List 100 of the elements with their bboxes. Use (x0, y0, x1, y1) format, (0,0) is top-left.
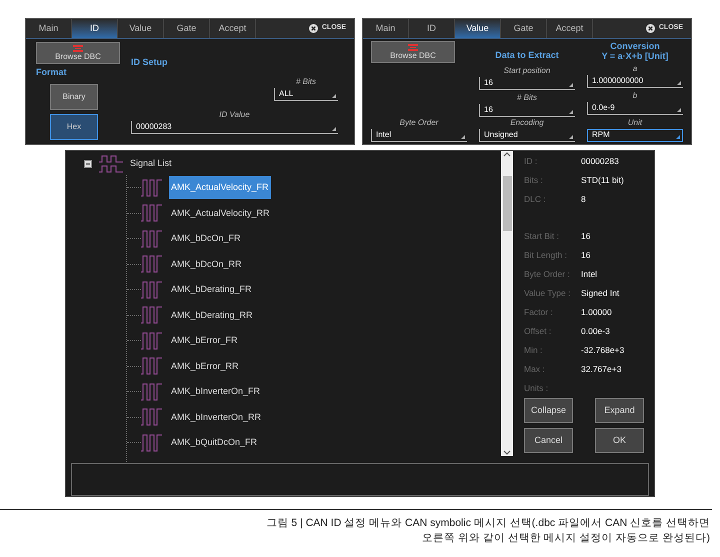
field-label: Encoding (509, 116, 545, 128)
detail-label: Byte Order : (524, 268, 571, 281)
format-button[interactable]: Binary (50, 84, 98, 110)
signal-item[interactable]: AMK_bQuitDcOn_FR (169, 431, 260, 454)
detail-label: Bits : (524, 174, 544, 187)
signal-group-icon (98, 154, 124, 174)
corner-icon (569, 82, 573, 86)
browse-button[interactable]: Browse DBC (371, 41, 455, 63)
square-wave-icon (141, 332, 163, 350)
section-title: Data to Extract (494, 49, 560, 62)
format-button[interactable]: Hex (50, 114, 98, 140)
input-field[interactable]: Unsigned (479, 128, 575, 142)
dialog-button[interactable]: Cancel (524, 428, 573, 453)
corner-icon (677, 108, 681, 112)
detail-value: STD(11 bit) (581, 174, 624, 187)
input-field[interactable]: 0.0e-9 (587, 102, 683, 115)
caption-text: 그림 5 | CAN ID 설정 메뉴와 CAN symbolic 메시지 선택(.dbc 파일에서 CAN 신호를 선택하면 (266, 516, 710, 531)
square-wave-icon (141, 306, 163, 324)
tab[interactable]: Main (363, 19, 409, 38)
field-label: ID Value (218, 108, 251, 120)
detail-value: 16 (581, 249, 590, 262)
detail-label: Value Type : (524, 287, 572, 300)
scrollbar-thumb[interactable] (502, 176, 512, 231)
input-field[interactable]: Intel (371, 128, 467, 142)
dialog-button[interactable]: Expand (595, 398, 644, 423)
input-field[interactable]: 16 (479, 104, 575, 116)
input-field[interactable]: ALL (274, 88, 338, 100)
detail-label: Max : (524, 363, 546, 376)
message-text-area[interactable] (71, 463, 649, 496)
field-label: # Bits (516, 92, 538, 104)
signal-item[interactable]: AMK_bInverterOn_FR (169, 380, 262, 404)
detail-value: 32.767e+3 (581, 363, 622, 376)
scrollbar[interactable] (501, 151, 513, 456)
signal-item[interactable]: AMK_bDcOn_FR (169, 227, 243, 250)
square-wave-icon (141, 408, 163, 426)
tab[interactable]: Accept (547, 19, 593, 38)
detail-value: 16 (581, 230, 590, 243)
signal-item[interactable]: AMK_bDcOn_RR (169, 252, 244, 276)
input-field[interactable]: 00000283 (131, 120, 338, 134)
dbc-icon (72, 45, 84, 52)
detail-label: Units : (524, 382, 550, 395)
close-icon (308, 24, 318, 33)
scroll-up-icon (503, 151, 511, 159)
detail-label: Start Bit : (524, 230, 560, 243)
signal-item[interactable]: AMK_ActualVelocity_RR (169, 202, 272, 225)
tree-root-label[interactable]: Signal List (130, 157, 172, 171)
detail-value: 8 (581, 193, 586, 206)
square-wave-icon (141, 255, 163, 274)
corner-icon (461, 134, 465, 138)
formula-text: Y = a·X+b [Unit] (600, 51, 670, 61)
tab[interactable]: Gate (501, 19, 547, 38)
tab[interactable]: Accept (210, 19, 256, 38)
square-wave-icon (141, 382, 163, 401)
input-field[interactable]: RPM (587, 128, 683, 142)
tab[interactable]: Gate (164, 19, 210, 38)
field-label: # Bits (294, 76, 317, 88)
detail-label: Offset : (524, 325, 552, 338)
detail-label: DLC : (524, 193, 547, 206)
tab[interactable]: ID (72, 19, 118, 38)
section-title: Conversion (609, 41, 661, 51)
detail-label: Bit Length : (524, 249, 568, 262)
signal-item[interactable]: AMK_bError_RR (169, 354, 241, 378)
detail-label: ID : (524, 155, 538, 168)
corner-icon (569, 134, 573, 138)
corner-icon (569, 110, 573, 114)
field-label: a (632, 63, 638, 75)
tab[interactable]: Value (118, 19, 164, 38)
detail-label: Min : (524, 344, 544, 357)
input-field[interactable]: 1.0000000000 (587, 75, 683, 88)
field-label: Start position (502, 64, 552, 76)
square-wave-icon (141, 230, 163, 248)
square-wave-icon (141, 280, 163, 299)
signal-item[interactable]: AMK_bDerating_FR (169, 278, 254, 302)
square-wave-icon (141, 204, 163, 222)
field-label: Byte Order (398, 116, 440, 128)
detail-value: Signed Int (581, 287, 620, 300)
signal-item[interactable]: AMK_bInverterOn_RR (169, 406, 264, 429)
field-label: Unit (626, 116, 644, 128)
input-field[interactable]: 16 (479, 76, 575, 90)
tab[interactable]: Value (455, 19, 501, 38)
caption-text: 오른쪽 위와 같이 선택한 메시지 설정이 자동으로 완성된다) (422, 531, 710, 546)
signal-item[interactable]: AMK_bDerating_RR (169, 304, 255, 327)
scroll-down-icon (503, 448, 511, 456)
detail-value: 1.00000 (581, 306, 612, 319)
detail-value: -32.768e+3 (581, 344, 624, 357)
dialog-button[interactable]: OK (595, 428, 644, 453)
detail-value: 00000283 (581, 155, 619, 168)
signal-item[interactable]: AMK_ActualVelocity_FR (169, 176, 271, 200)
signal-item[interactable]: AMK_bError_FR (169, 329, 240, 352)
detail-value: 0.00e-3 (581, 325, 610, 338)
browse-button[interactable]: Browse DBC (36, 42, 120, 64)
square-wave-icon (141, 178, 163, 197)
detail-value: Intel (581, 268, 598, 281)
corner-icon (676, 134, 680, 138)
field-label: b (632, 90, 638, 102)
section-title: ID Setup (131, 56, 169, 69)
corner-icon (332, 126, 336, 130)
dbc-icon (407, 44, 419, 51)
dialog-button[interactable]: Collapse (524, 398, 573, 423)
detail-label: Factor : (524, 306, 554, 319)
